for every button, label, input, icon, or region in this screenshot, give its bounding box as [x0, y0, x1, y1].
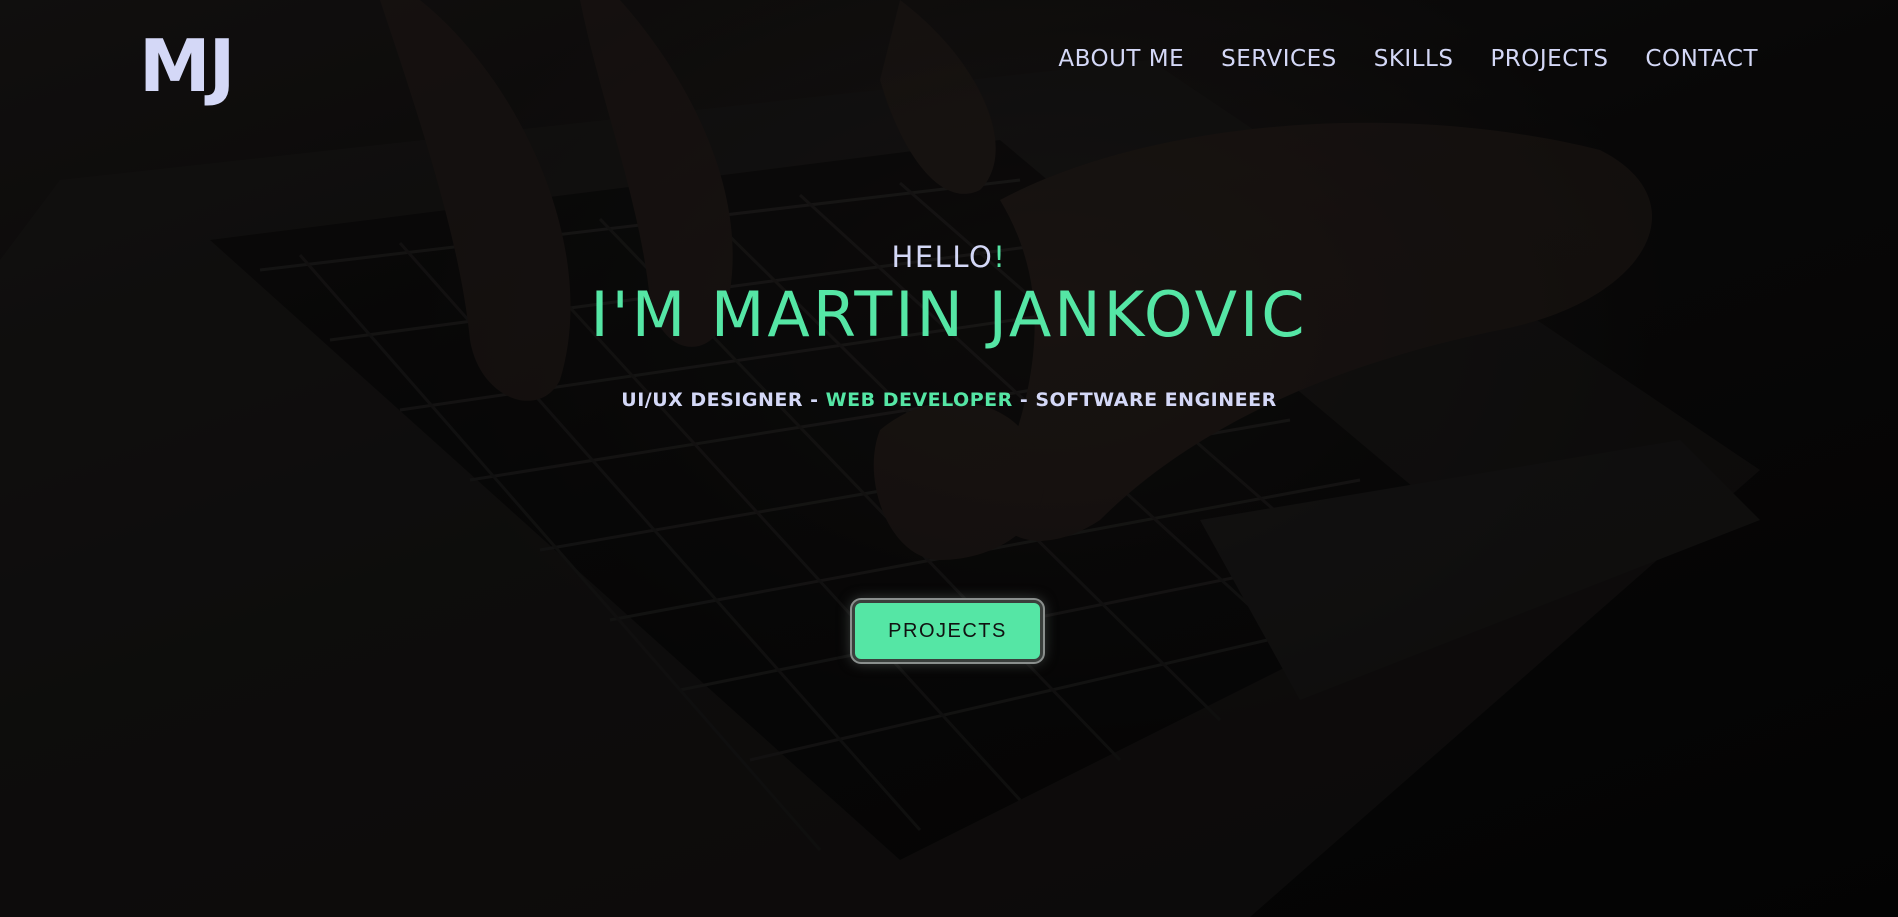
role-separator: - [803, 389, 826, 411]
nav-about-me[interactable]: ABOUT ME [1058, 46, 1184, 72]
nav-contact[interactable]: CONTACT [1645, 46, 1758, 72]
greeting-text: HELLO [891, 240, 994, 274]
greeting-exclamation: ! [993, 240, 1007, 274]
role-uiux-designer: UI/UX DESIGNER [621, 389, 804, 411]
hero-section: MJ ABOUT ME SERVICES SKILLS PROJECTS CON… [0, 0, 1898, 917]
hero-roles: UI/UX DESIGNER - WEB DEVELOPER - SOFTWAR… [0, 389, 1898, 411]
role-separator: - [1012, 389, 1036, 411]
nav-skills[interactable]: SKILLS [1374, 46, 1454, 72]
dark-overlay [0, 0, 1898, 917]
role-software-engineer: SOFTWARE ENGINEER [1035, 389, 1277, 411]
nav-services[interactable]: SERVICES [1221, 46, 1337, 72]
hero-greeting: HELLO! [0, 240, 1898, 274]
hero-name: I'M MARTIN JANKOVIC [590, 278, 1308, 351]
role-web-developer: WEB DEVELOPER [825, 389, 1013, 411]
projects-cta-button[interactable]: PROJECTS [852, 600, 1043, 662]
logo[interactable]: MJ [139, 30, 235, 102]
nav-projects[interactable]: PROJECTS [1490, 46, 1608, 72]
main-nav: ABOUT ME SERVICES SKILLS PROJECTS CONTAC… [1058, 46, 1758, 72]
